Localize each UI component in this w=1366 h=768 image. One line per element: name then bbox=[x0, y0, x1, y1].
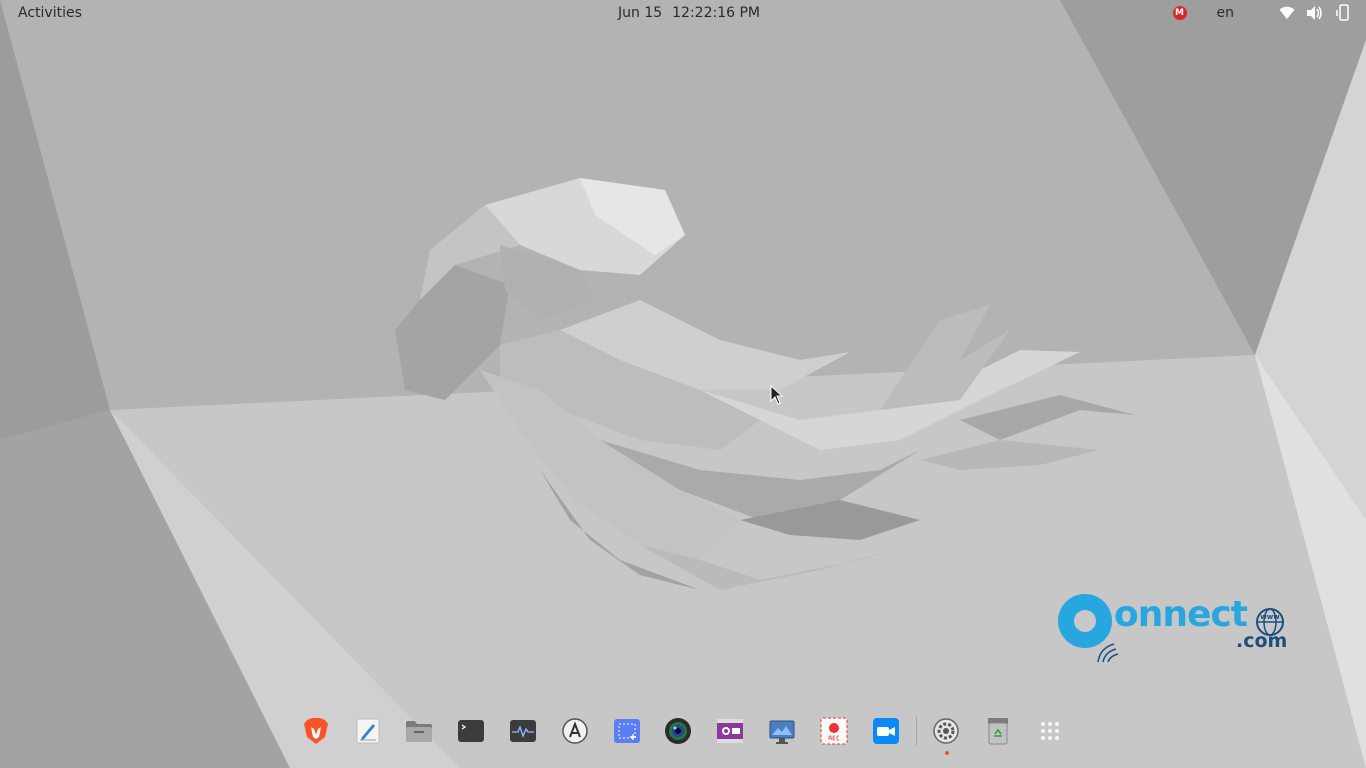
zoom-camera-icon bbox=[872, 718, 899, 744]
clock-button[interactable]: Jun 15 12:22:16 PM bbox=[618, 5, 770, 21]
dock bbox=[290, 706, 1076, 756]
record-icon bbox=[820, 717, 848, 745]
dock-item-software-updater[interactable] bbox=[549, 707, 601, 755]
top-bar: Activities Jun 15 12:22:16 PM M en bbox=[0, 0, 1366, 27]
power-menu-icon[interactable] bbox=[1334, 4, 1352, 22]
dock-item-brave[interactable] bbox=[290, 707, 342, 755]
activities-button[interactable]: Activities bbox=[18, 5, 82, 21]
dock-item-video-recorder[interactable] bbox=[704, 707, 756, 755]
trash-icon bbox=[988, 718, 1009, 745]
camera-lens-icon bbox=[665, 718, 692, 744]
folder-icon bbox=[406, 721, 433, 742]
desktop-slideshow-icon bbox=[769, 720, 795, 744]
language-indicator[interactable]: en bbox=[1217, 5, 1235, 21]
date-label: Jun 15 bbox=[618, 5, 663, 21]
wifi-icon[interactable] bbox=[1278, 4, 1296, 22]
app-grid-icon bbox=[1041, 722, 1060, 740]
dock-item-files[interactable] bbox=[394, 707, 446, 755]
dock-item-text-editor[interactable] bbox=[342, 707, 394, 755]
dock-item-presentation[interactable] bbox=[756, 707, 808, 755]
screenshot-icon bbox=[613, 719, 640, 743]
running-indicator bbox=[944, 751, 949, 755]
dock-item-trash[interactable] bbox=[972, 707, 1024, 755]
signal-waves-icon bbox=[1097, 643, 1119, 663]
dock-item-show-applications[interactable] bbox=[1024, 707, 1076, 755]
text-editor-icon bbox=[356, 718, 380, 744]
mega-sync-icon[interactable]: M bbox=[1172, 6, 1187, 20]
system-tray: M en bbox=[1172, 4, 1353, 22]
time-label: 12:22:16 PM bbox=[672, 5, 760, 21]
dock-item-system-monitor[interactable] bbox=[497, 707, 549, 755]
dock-separator bbox=[915, 716, 917, 746]
software-updater-icon bbox=[562, 718, 588, 744]
dock-item-screenshot[interactable] bbox=[601, 707, 653, 755]
volume-icon[interactable] bbox=[1306, 4, 1324, 22]
logo-com-text: .com bbox=[1236, 630, 1288, 652]
dock-item-camera[interactable] bbox=[653, 707, 705, 755]
terminal-icon bbox=[458, 720, 485, 742]
logo-brand-text: onnect bbox=[1114, 594, 1248, 635]
brave-lion-icon bbox=[303, 718, 328, 744]
dock-item-zoom[interactable] bbox=[860, 707, 912, 755]
system-monitor-icon bbox=[510, 720, 537, 742]
dock-item-terminal[interactable] bbox=[445, 707, 497, 755]
mouse-cursor bbox=[770, 385, 784, 405]
connect-logo-watermark: onnect www .com bbox=[1058, 594, 1288, 666]
film-strip-icon bbox=[717, 719, 744, 743]
dock-item-screen-recorder[interactable] bbox=[808, 707, 860, 755]
globe-www-text: www bbox=[1260, 613, 1280, 621]
dock-item-settings[interactable] bbox=[921, 707, 973, 755]
gear-icon bbox=[933, 718, 960, 744]
